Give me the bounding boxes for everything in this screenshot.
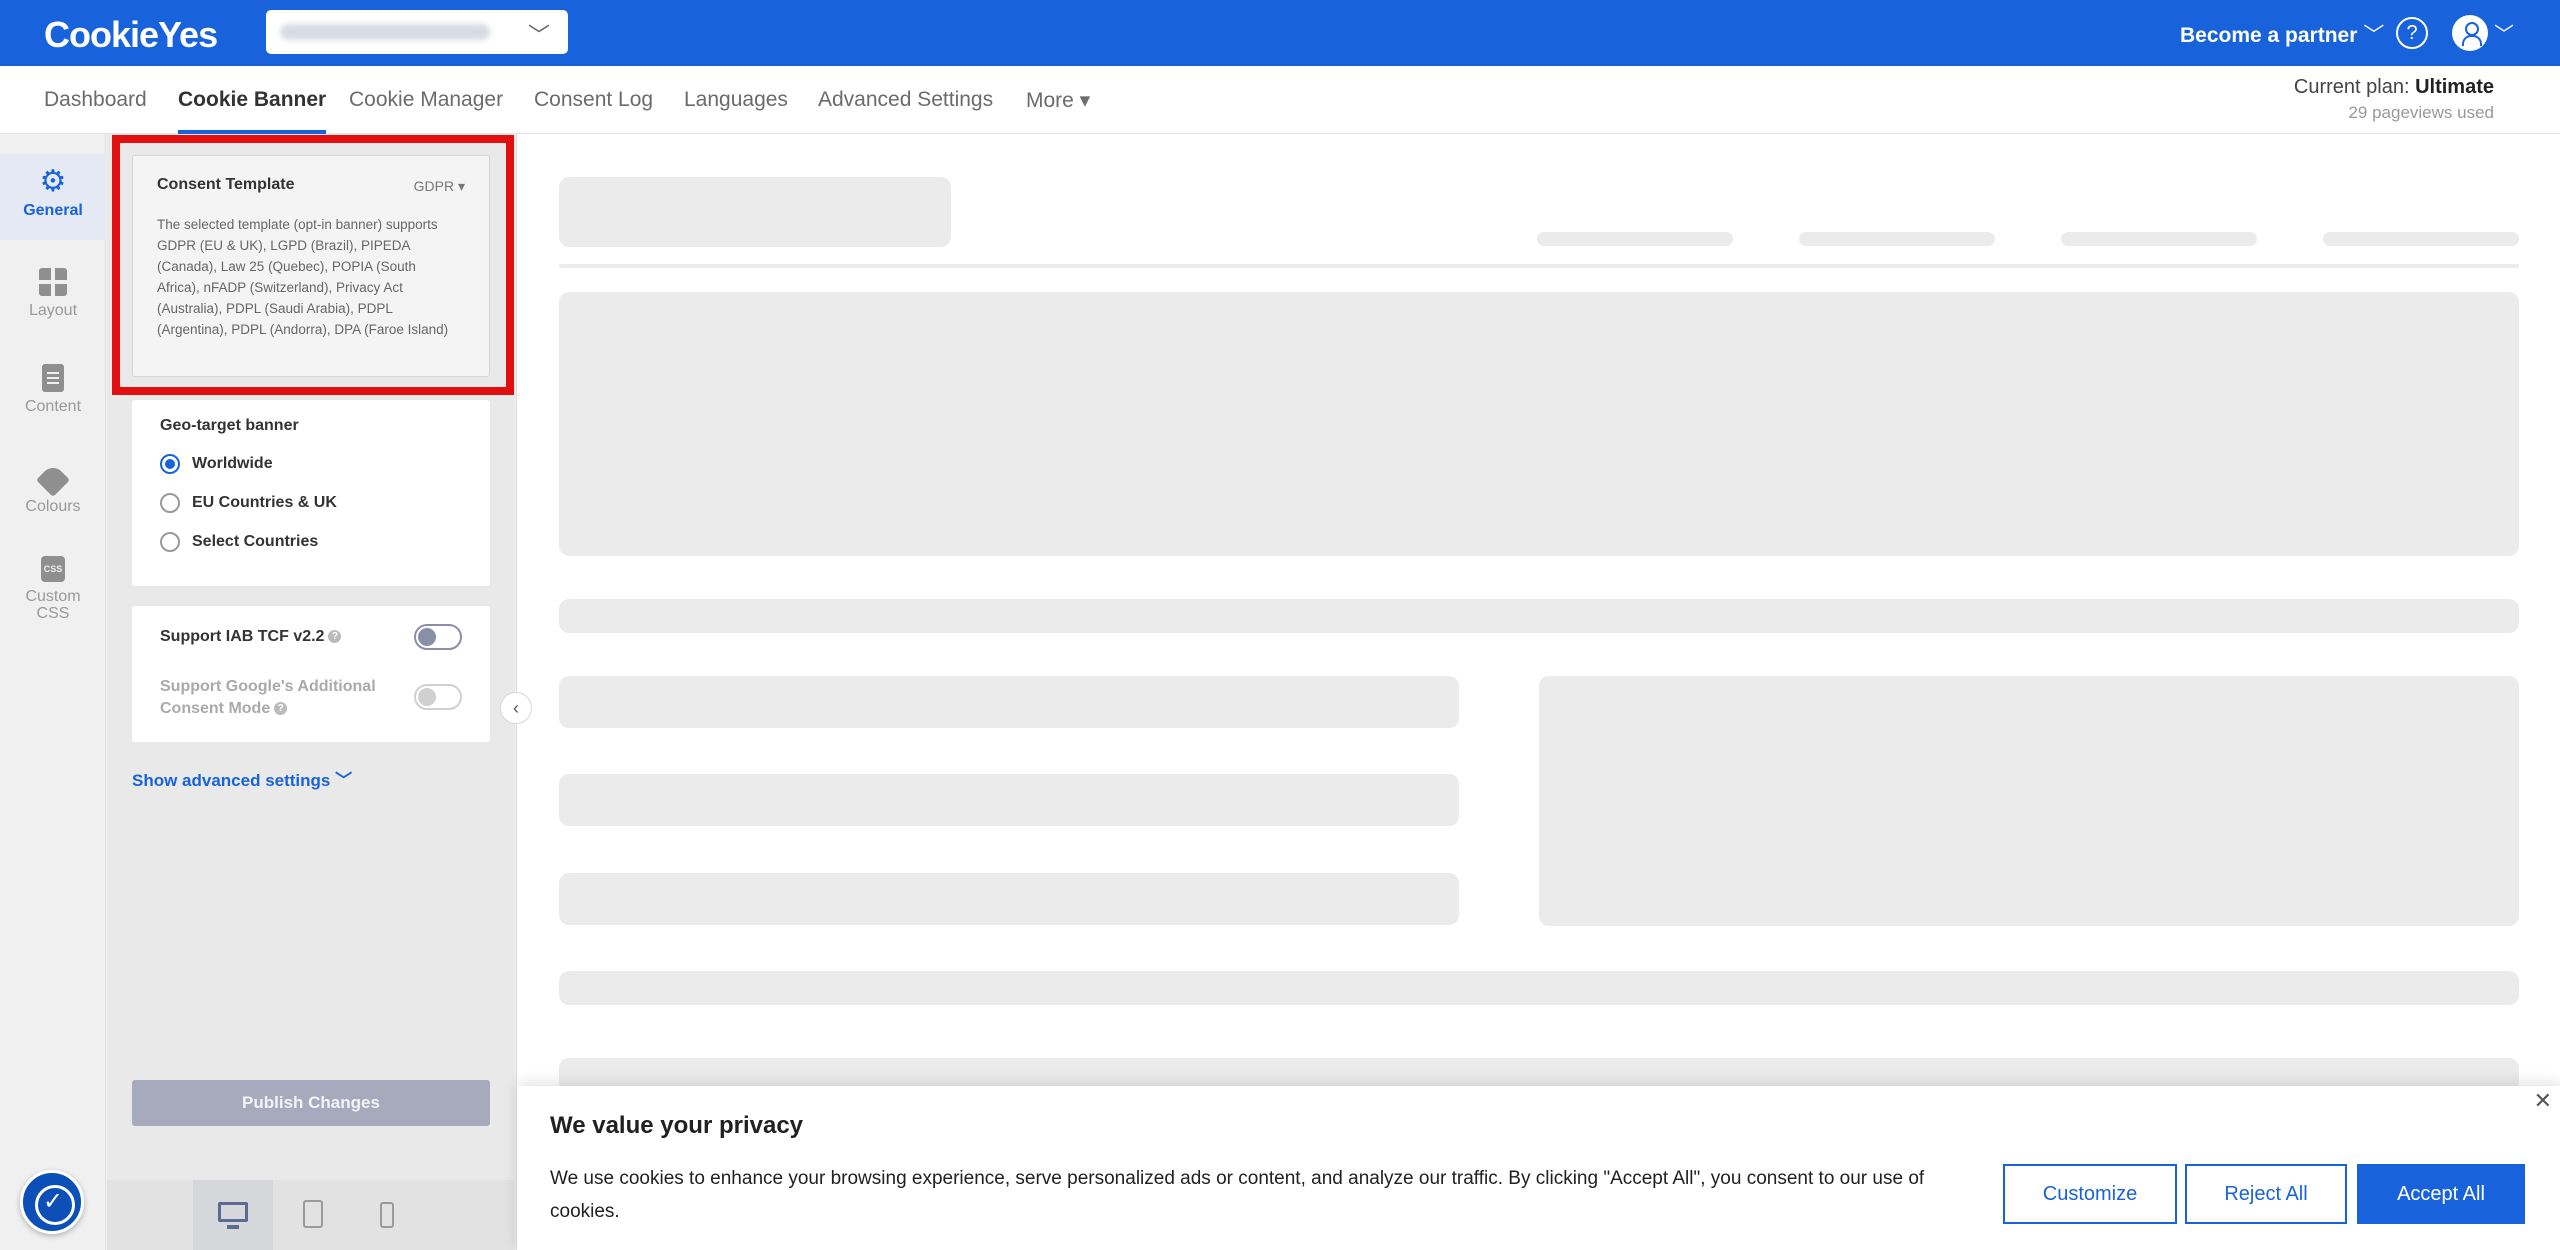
cookie-banner-text: We use cookies to enhance your browsing … — [550, 1168, 1925, 1222]
radio-label: Worldwide — [192, 455, 273, 473]
skeleton-block — [559, 177, 951, 247]
sidebar-item-label: CSS — [36, 605, 70, 622]
mobile-view-button[interactable] — [347, 1180, 427, 1250]
gear-icon: ⚙ — [39, 165, 67, 198]
tablet-icon — [303, 1200, 323, 1228]
iab-tcf-toggle[interactable] — [414, 624, 462, 650]
radio-label: EU Countries & UK — [192, 494, 337, 512]
geo-target-card: Geo-target banner Worldwide EU Countries… — [132, 400, 490, 586]
tab-languages[interactable]: Languages — [684, 88, 788, 112]
sidebar-item-layout[interactable]: Layout — [0, 250, 106, 336]
layout-icon — [39, 268, 67, 296]
collapse-panel-button[interactable]: ‹ — [500, 692, 532, 724]
sidebar-item-label: General — [23, 202, 83, 219]
tab-more[interactable]: More ▾ — [1026, 88, 1090, 113]
radio-button[interactable] — [160, 454, 180, 474]
consent-preferences-icon[interactable] — [20, 1170, 84, 1234]
radio-eu-uk[interactable]: EU Countries & UK — [160, 493, 337, 513]
consent-template-card: Consent Template GDPR ▾ The selected tem… — [132, 155, 490, 377]
publish-changes-button[interactable]: Publish Changes — [132, 1080, 490, 1126]
sidebar-item-general[interactable]: ⚙ General — [0, 154, 106, 240]
tab-cookie-manager[interactable]: Cookie Manager — [349, 88, 503, 112]
skeleton-block — [559, 599, 2519, 633]
banner-preview-area — [516, 134, 2560, 1250]
sidebar-item-content[interactable]: Content — [0, 346, 106, 432]
iab-tcf-label: Support IAB TCF v2.2? — [160, 628, 342, 646]
close-icon[interactable]: ✕ — [2534, 1088, 2552, 1114]
google-consent-label: Support Google's Additional Consent Mode… — [160, 676, 376, 720]
radio-label: Select Countries — [192, 533, 319, 551]
sidebar-item-custom-css[interactable]: CSS Custom CSS — [0, 542, 106, 642]
consent-template-title: Consent Template — [157, 176, 295, 193]
skeleton-divider — [559, 264, 2519, 268]
website-selector[interactable]: ﹀ — [266, 10, 568, 54]
settings-sidebar: ⚙ General Layout Content Colours CSS Cus… — [0, 134, 106, 1250]
accept-all-button[interactable]: Accept All — [2357, 1164, 2525, 1224]
show-advanced-settings-link[interactable]: Show advanced settings ﹀ — [132, 766, 352, 791]
device-switcher — [107, 1180, 515, 1250]
sidebar-item-label: Custom — [25, 588, 81, 605]
radio-button[interactable] — [160, 493, 180, 513]
customize-button[interactable]: Customize — [2003, 1164, 2177, 1224]
google-consent-text: Support Google's Additional — [160, 678, 376, 695]
desktop-icon — [218, 1202, 248, 1229]
plan-name: Ultimate — [2415, 76, 2494, 98]
plan-prefix: Current plan: — [2293, 76, 2416, 98]
desktop-view-button[interactable] — [193, 1180, 273, 1250]
help-icon[interactable]: ? — [328, 630, 342, 644]
skeleton-block — [559, 292, 2519, 556]
help-icon[interactable]: ? — [2396, 17, 2428, 49]
chevron-down-icon: ﹀ — [2363, 24, 2385, 47]
sidebar-item-label: Content — [24, 398, 82, 415]
sidebar-item-label: Colours — [25, 498, 81, 515]
reject-all-button[interactable]: Reject All — [2185, 1164, 2347, 1224]
google-consent-toggle[interactable] — [414, 684, 462, 710]
sidebar-item-colours[interactable]: Colours — [0, 446, 106, 532]
tab-advanced-settings[interactable]: Advanced Settings — [818, 88, 993, 112]
tab-cookie-banner[interactable]: Cookie Banner — [178, 88, 327, 134]
chevron-down-icon: ﹀ — [527, 23, 550, 48]
radio-button[interactable] — [160, 532, 180, 552]
consent-template-select[interactable]: GDPR ▾ — [414, 178, 465, 195]
skeleton-block — [559, 873, 1459, 925]
user-avatar-icon[interactable] — [2452, 15, 2488, 51]
skeleton-block — [559, 774, 1459, 826]
skeleton-block — [2323, 232, 2519, 246]
tab-dashboard[interactable]: Dashboard — [44, 88, 147, 112]
radio-worldwide[interactable]: Worldwide — [160, 454, 273, 474]
cookieyes-logo[interactable]: CookieYes — [44, 14, 218, 56]
sidebar-item-label: Layout — [28, 302, 78, 319]
cookie-banner-title: We value your privacy — [550, 1112, 804, 1139]
css-icon: CSS — [41, 556, 65, 582]
mobile-icon — [380, 1202, 394, 1228]
tab-consent-log[interactable]: Consent Log — [534, 88, 653, 112]
become-partner-menu[interactable]: Become a partner ﹀ — [2180, 19, 2384, 49]
pageviews-count: 29 pageviews used — [2348, 103, 2494, 122]
top-bar: CookieYes ﹀ Become a partner ﹀ ? ﹀ — [0, 0, 2560, 66]
skeleton-block — [559, 676, 1459, 728]
chevron-down-icon[interactable]: ﹀ — [2494, 18, 2514, 47]
colours-icon — [36, 463, 70, 497]
skeleton-block — [1537, 232, 1733, 246]
radio-select-countries[interactable]: Select Countries — [160, 532, 318, 552]
skeleton-block — [2061, 232, 2257, 246]
iab-tcf-text: Support IAB TCF v2.2 — [160, 628, 325, 645]
main-nav: Dashboard Cookie Banner Cookie Manager C… — [0, 66, 2560, 134]
geo-target-title: Geo-target banner — [160, 417, 299, 434]
consent-template-description: The selected template (opt-in banner) su… — [157, 217, 449, 337]
google-consent-text: Consent Mode — [160, 700, 271, 717]
help-icon[interactable]: ? — [274, 702, 288, 716]
cookie-consent-banner: We value your privacy We use cookies to … — [517, 1086, 2560, 1250]
become-partner-label: Become a partner — [2180, 24, 2358, 47]
skeleton-block — [1799, 232, 1995, 246]
content-icon — [42, 364, 64, 392]
iab-settings-card: Support IAB TCF v2.2? Support Google's A… — [132, 606, 490, 742]
tablet-view-button[interactable] — [273, 1180, 353, 1250]
skeleton-block — [559, 971, 2519, 1005]
skeleton-block — [1539, 676, 2519, 926]
plan-info: Current plan: Ultimate 29 pageviews used — [2294, 76, 2494, 123]
website-name-redacted — [280, 24, 490, 40]
